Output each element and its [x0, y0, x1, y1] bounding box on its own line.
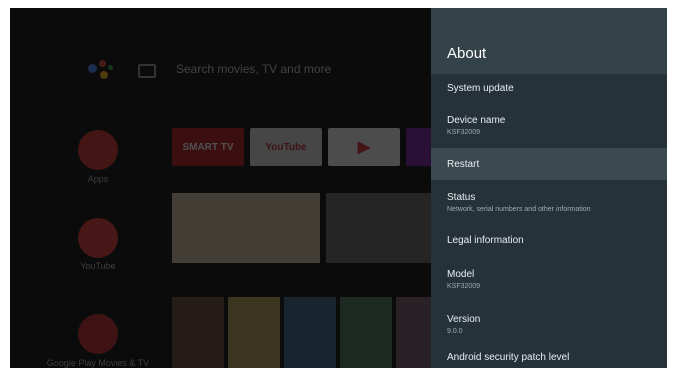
featured-banner-2[interactable]	[326, 193, 440, 263]
movie-poster[interactable]	[172, 297, 224, 368]
item-title: Status	[447, 191, 476, 203]
menu-item-version[interactable]: Version 9.0.0	[431, 302, 667, 346]
item-title: Android security patch level	[447, 351, 570, 363]
featured-banner[interactable]	[172, 193, 320, 263]
item-title: Restart	[447, 158, 480, 170]
item-title: Device name	[447, 114, 506, 126]
home-launcher-dimmed: Search movies, TV and more Apps YouTube …	[10, 8, 440, 368]
menu-item-restart[interactable]: Restart	[431, 148, 667, 180]
keyboard-icon[interactable]	[138, 64, 156, 78]
google-assistant-icon[interactable]	[88, 60, 114, 82]
movie-poster[interactable]	[284, 297, 336, 368]
item-title: Version	[447, 313, 481, 325]
youtube-tile-label: YouTube	[265, 141, 307, 153]
youtube-app-icon[interactable]	[78, 218, 118, 258]
apps-label: Apps	[87, 174, 109, 184]
tv-screen: Search movies, TV and more Apps YouTube …	[10, 8, 667, 368]
play-movies-icon[interactable]	[78, 314, 118, 354]
menu-item-legal-information[interactable]: Legal information	[431, 224, 667, 256]
movie-poster[interactable]	[228, 297, 280, 368]
about-settings-panel: About System update Device name KSF32009…	[431, 8, 667, 368]
movie-poster[interactable]	[340, 297, 392, 368]
youtube-tile[interactable]: YouTube	[250, 128, 322, 166]
menu-item-security-patch-level[interactable]: Android security patch level	[431, 346, 667, 368]
youtube-app-label: YouTube	[80, 261, 116, 271]
item-title: Legal information	[447, 234, 524, 246]
play-tile-icon: ▶	[357, 139, 371, 156]
smart-tv-tile[interactable]: SMART TV	[172, 128, 244, 166]
smart-tv-tile-label: SMART TV	[182, 141, 234, 153]
apps-icon[interactable]	[78, 130, 118, 170]
menu-item-model[interactable]: Model KSF32009	[431, 256, 667, 302]
item-subtitle: 9.0.0	[447, 327, 463, 335]
menu-item-system-update[interactable]: System update	[431, 74, 667, 102]
panel-header: About	[431, 8, 667, 74]
play-movies-label: Google Play Movies & TV	[46, 358, 150, 368]
item-subtitle: Network, serial numbers and other inform…	[447, 205, 591, 213]
item-title: Model	[447, 268, 475, 280]
panel-title: About	[447, 45, 487, 62]
play-tile[interactable]: ▶	[328, 128, 400, 166]
menu-item-status[interactable]: Status Network, serial numbers and other…	[431, 180, 667, 224]
item-subtitle: KSF32009	[447, 282, 481, 290]
search-placeholder[interactable]: Search movies, TV and more	[176, 62, 331, 76]
menu-item-device-name[interactable]: Device name KSF32009	[431, 102, 667, 148]
item-title: System update	[447, 82, 514, 94]
item-subtitle: KSF32009	[447, 128, 481, 136]
